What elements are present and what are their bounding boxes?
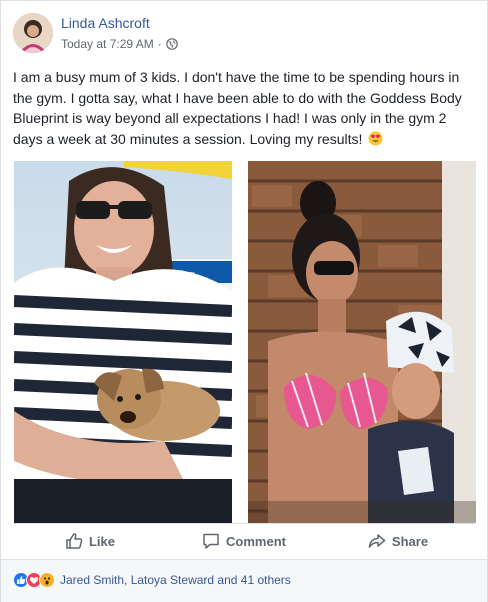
comment-icon [203,533,219,549]
thumbs-up-icon [66,533,83,549]
meta-separator: · [157,37,162,51]
post-header: Linda Ashcroft Today at 7:29 AM · [13,13,473,53]
share-label: Share [391,533,429,549]
globe-icon[interactable] [165,38,178,50]
reaction-names[interactable]: Jared Smith, Latoya Steward and 41 other… [60,573,291,587]
comment-button[interactable]: Comment [167,527,321,555]
post-meta: Today at 7:29 AM · [61,37,178,51]
post-body: I am a busy mum of 3 kids. I don't have … [13,67,479,149]
author-avatar[interactable] [13,13,53,53]
reactions-bar: Jared Smith, Latoya Steward and 41 other… [1,559,487,602]
post-photo-right[interactable] [248,161,476,523]
wow-reaction-icon [39,572,55,588]
reactions-summary[interactable]: Jared Smith, Latoya Steward and 41 other… [13,572,291,588]
comment-label: Comment [226,533,286,549]
share-button[interactable]: Share [321,527,475,555]
post-actions: Like Comment Share [13,527,475,555]
post-photo-left[interactable]: Pool Seating [14,161,232,523]
like-label: Like [88,533,115,549]
post-body-text: I am a busy mum of 3 kids. I don't have … [13,69,462,147]
author-name[interactable]: Linda Ashcroft [61,15,150,31]
actions-divider [13,523,475,524]
like-button[interactable]: Like [13,527,167,555]
post-card: Linda Ashcroft Today at 7:29 AM · I am a… [0,0,488,602]
post-timestamp[interactable]: Today at 7:29 AM [61,37,154,51]
heart-eyes-emoji-icon [368,130,383,146]
share-icon [368,534,386,548]
